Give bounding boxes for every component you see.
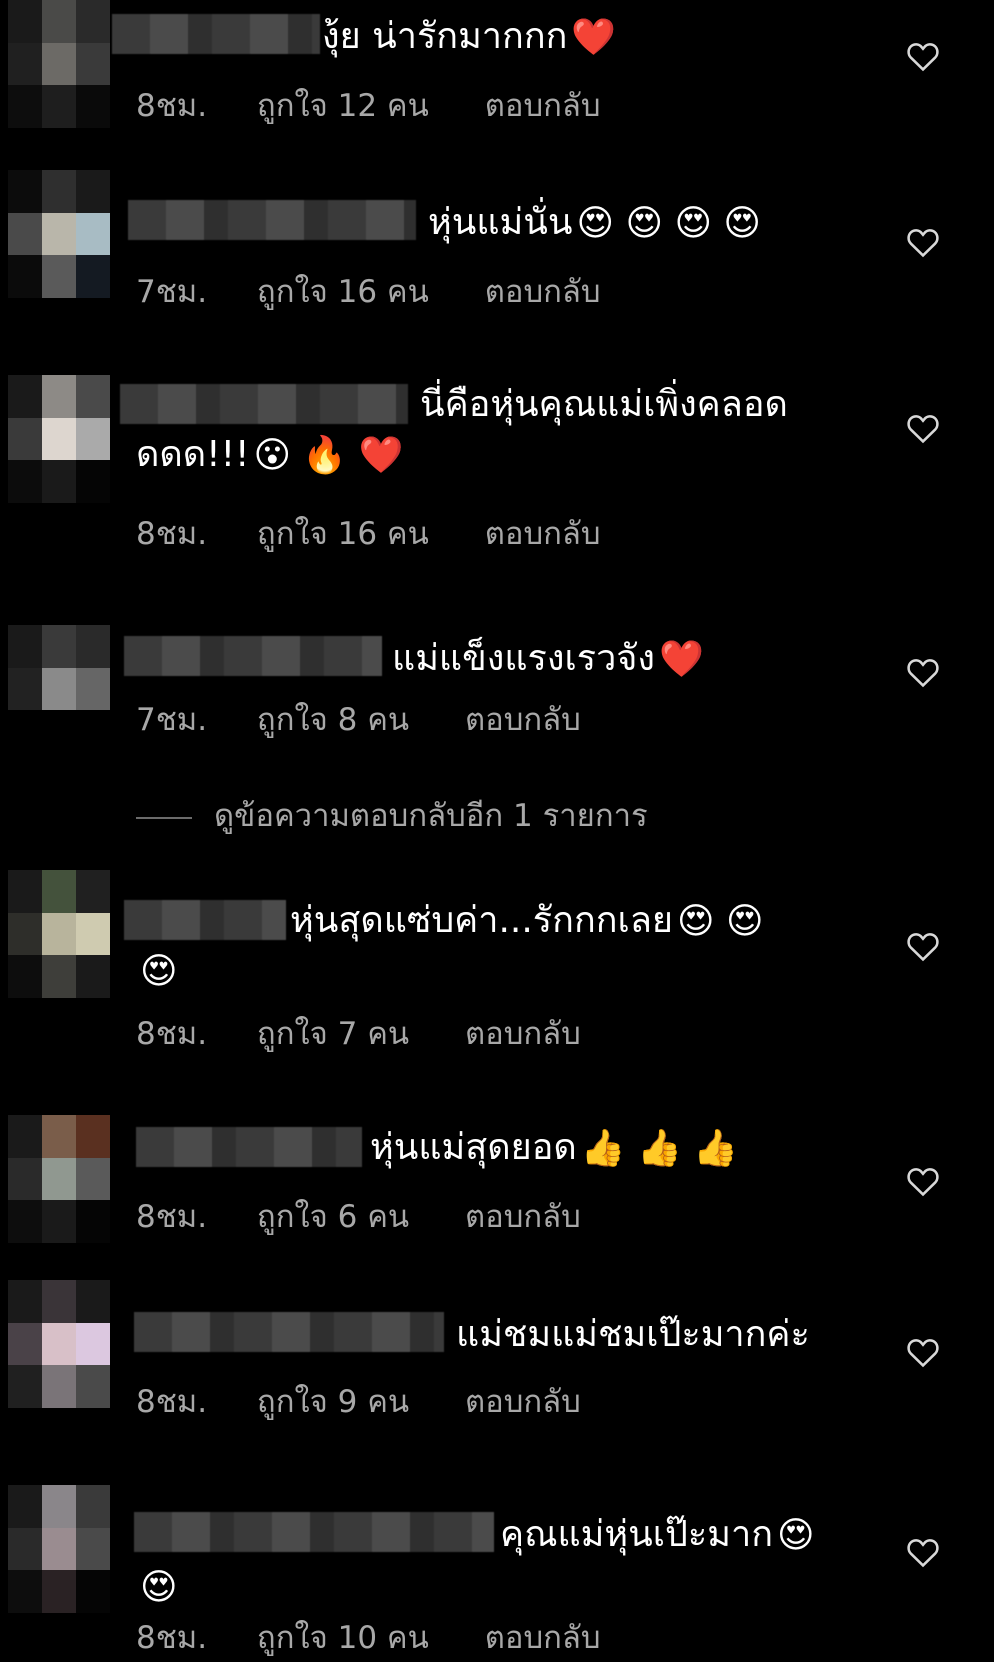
- timestamp: 7ชม.: [136, 274, 208, 310]
- likes-count[interactable]: ถูกใจ 12 คน: [257, 88, 429, 124]
- reply-button[interactable]: ตอบกลับ: [485, 516, 601, 552]
- avatar[interactable]: [8, 1115, 110, 1243]
- comment-meta: 8ชม. ถูกใจ 7 คน ตอบกลับ: [136, 1008, 621, 1058]
- comment-meta: 8ชม. ถูกใจ 16 คน ตอบกลับ: [136, 508, 641, 558]
- reply-button[interactable]: ตอบกลับ: [485, 274, 601, 310]
- comment-text: หุ่นสุดแซ่บค่า...รักกกเลย 😍 😍: [290, 900, 764, 942]
- comment-meta: 7ชม. ถูกใจ 8 คน ตอบกลับ: [136, 694, 621, 744]
- avatar[interactable]: [8, 170, 110, 298]
- reply-button[interactable]: ตอบกลับ: [485, 88, 601, 124]
- username-blurred[interactable]: [124, 900, 286, 940]
- likes-count[interactable]: ถูกใจ 7 คน: [257, 1016, 409, 1052]
- comment-text-line2: 😍: [140, 951, 178, 992]
- comment-meta: 8ชม. ถูกใจ 9 คน ตอบกลับ: [136, 1376, 621, 1426]
- divider-line: [136, 816, 192, 819]
- view-more-label: ดูข้อความตอบกลับอีก 1 รายการ: [214, 798, 648, 834]
- comment-meta: 8ชม. ถูกใจ 6 คน ตอบกลับ: [136, 1191, 621, 1241]
- comment-text-line2: ดดด!!! 😮 🔥 ❤️: [136, 434, 404, 476]
- likes-count[interactable]: ถูกใจ 8 คน: [257, 702, 409, 738]
- comment-text-line2: 😍: [140, 1567, 178, 1608]
- reply-button[interactable]: ตอบกลับ: [465, 1384, 581, 1420]
- like-heart-icon[interactable]: [906, 1336, 940, 1368]
- like-heart-icon[interactable]: [906, 656, 940, 688]
- timestamp: 8ชม.: [136, 1199, 208, 1235]
- like-heart-icon[interactable]: [906, 40, 940, 72]
- timestamp: 8ชม.: [136, 1016, 208, 1052]
- username-blurred[interactable]: [124, 636, 382, 676]
- likes-count[interactable]: ถูกใจ 9 คน: [257, 1384, 409, 1420]
- likes-count[interactable]: ถูกใจ 16 คน: [257, 274, 429, 310]
- timestamp: 8ชม.: [136, 516, 208, 552]
- reply-button[interactable]: ตอบกลับ: [485, 1620, 601, 1656]
- username-blurred[interactable]: [134, 1512, 494, 1552]
- reply-button[interactable]: ตอบกลับ: [465, 702, 581, 738]
- likes-count[interactable]: ถูกใจ 10 คน: [257, 1620, 429, 1656]
- avatar[interactable]: [8, 625, 110, 753]
- avatar[interactable]: [8, 870, 110, 998]
- username-blurred[interactable]: [112, 14, 320, 54]
- avatar[interactable]: [8, 1280, 110, 1408]
- avatar[interactable]: [8, 1485, 110, 1613]
- comment-text: หุ่นแม่สุดยอด 👍 👍 👍: [370, 1127, 739, 1169]
- like-heart-icon[interactable]: [906, 930, 940, 962]
- username-blurred[interactable]: [136, 1127, 362, 1167]
- timestamp: 8ชม.: [136, 88, 208, 124]
- username-blurred[interactable]: [134, 1312, 444, 1352]
- avatar[interactable]: [8, 375, 110, 503]
- timestamp: 8ชม.: [136, 1384, 208, 1420]
- like-heart-icon[interactable]: [906, 1165, 940, 1197]
- comment-text: คุณแม่หุ่นเป๊ะมาก 😍: [500, 1514, 815, 1556]
- reply-button[interactable]: ตอบกลับ: [465, 1199, 581, 1235]
- view-more-replies-button[interactable]: ดูข้อความตอบกลับอีก 1 รายการ: [136, 790, 648, 840]
- username-blurred[interactable]: [120, 384, 408, 424]
- comment-text: นี่คือหุ่นคุณแม่เพิ่งคลอด: [420, 384, 788, 425]
- comment-meta: 7ชม. ถูกใจ 16 คน ตอบกลับ: [136, 266, 641, 316]
- username-blurred[interactable]: [128, 200, 416, 240]
- like-heart-icon[interactable]: [906, 412, 940, 444]
- comment-text: งุ้ย น่ารักมากกก ❤️: [322, 16, 617, 58]
- like-heart-icon[interactable]: [906, 1536, 940, 1568]
- comment-text: แม่แข็งแรงเรวจัง ❤️: [392, 638, 704, 680]
- comment-text: หุ่นแม่นั่น 😍 😍 😍 😍: [428, 202, 761, 244]
- comment-meta: 8ชม. ถูกใจ 12 คน ตอบกลับ: [136, 80, 641, 130]
- timestamp: 7ชม.: [136, 702, 208, 738]
- avatar[interactable]: [8, 0, 110, 128]
- comment-text: แม่ชมแม่ชมเป๊ะมากค่ะ: [456, 1314, 810, 1355]
- likes-count[interactable]: ถูกใจ 6 คน: [257, 1199, 409, 1235]
- comment-meta: 8ชม. ถูกใจ 10 คน ตอบกลับ: [136, 1612, 641, 1662]
- like-heart-icon[interactable]: [906, 226, 940, 258]
- timestamp: 8ชม.: [136, 1620, 208, 1656]
- reply-button[interactable]: ตอบกลับ: [465, 1016, 581, 1052]
- likes-count[interactable]: ถูกใจ 16 คน: [257, 516, 429, 552]
